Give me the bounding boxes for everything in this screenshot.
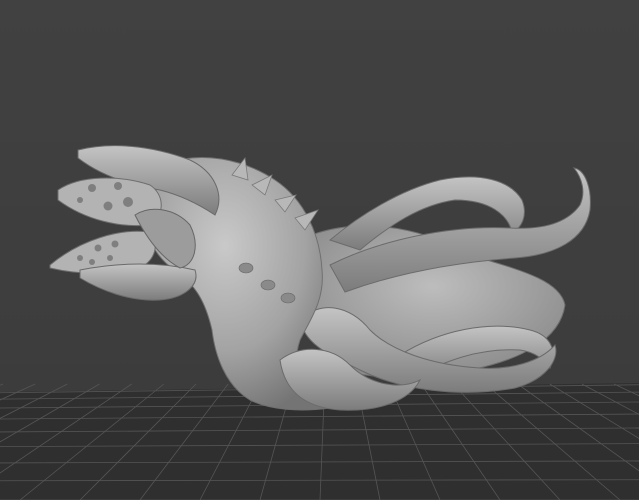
creature-model[interactable]: [0, 0, 639, 500]
3d-viewport[interactable]: [0, 0, 639, 500]
lower-jaw: [79, 263, 197, 301]
